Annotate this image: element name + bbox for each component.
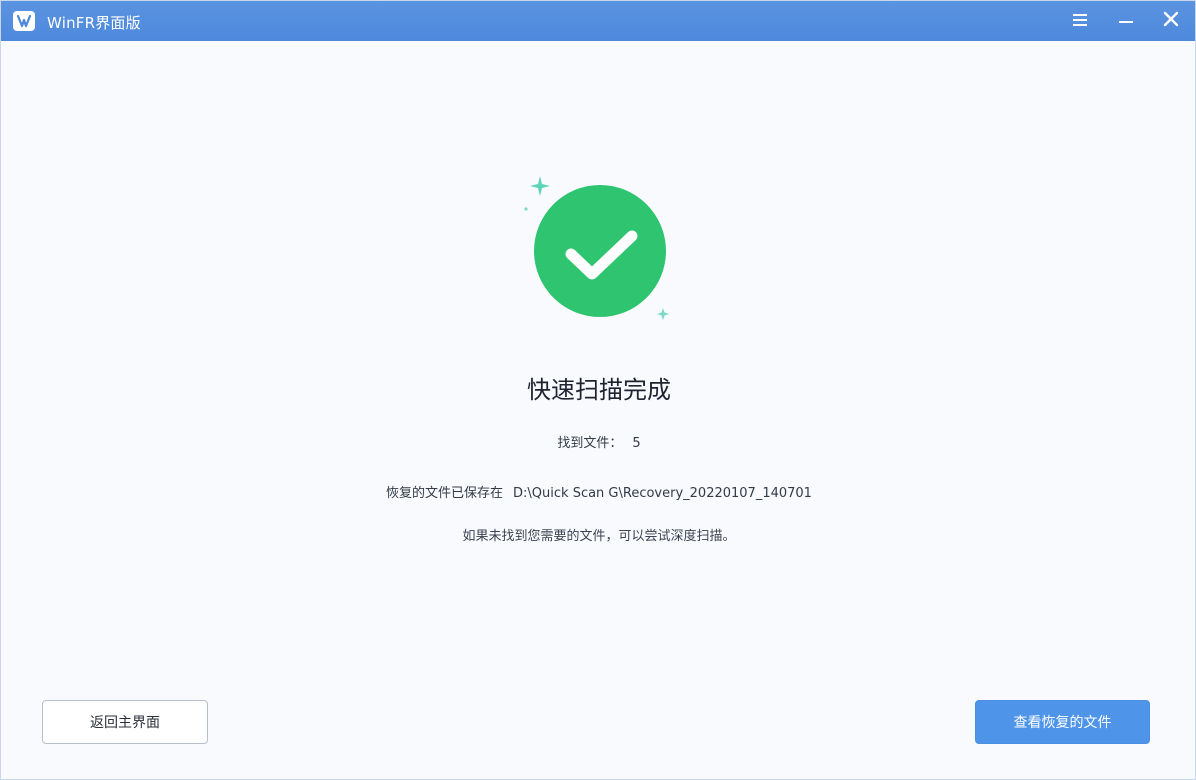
saved-location-label: 恢复的文件已保存在 xyxy=(386,486,504,501)
found-files-label: 找到文件： xyxy=(557,436,623,451)
checkmark-circle-icon xyxy=(521,176,681,336)
window-title: WinFR界面版 xyxy=(47,14,141,32)
menu-button[interactable] xyxy=(1067,9,1093,33)
result-panel: 快速扫描完成 找到文件： 5 恢复的文件已保存在 D:\Quick Scan G\R… xyxy=(1,41,1195,779)
minimize-icon xyxy=(1118,12,1134,31)
found-files-count: 5 xyxy=(632,436,641,451)
close-icon xyxy=(1163,11,1179,31)
back-to-main-button[interactable]: 返回主界面 xyxy=(42,700,208,744)
scan-complete-title: 快速扫描完成 xyxy=(527,376,671,404)
app-logo-icon xyxy=(13,11,35,31)
title-bar: WinFR界面版 xyxy=(1,1,1195,41)
app-window: WinFR界面版 快速扫描完成 找到文件： 5 恢复的文件已保存在 D:\Qui… xyxy=(0,0,1196,780)
view-recovered-files-button[interactable]: 查看恢复的文件 xyxy=(975,700,1150,744)
hamburger-menu-icon xyxy=(1072,12,1088,31)
found-files-line: 找到文件： 5 xyxy=(1,432,1195,451)
saved-location-line: 恢复的文件已保存在 D:\Quick Scan G\Recovery_202201… xyxy=(1,482,1195,501)
saved-location-path: D:\Quick Scan G\Recovery_20220107_140701 xyxy=(513,486,812,501)
minimize-button[interactable] xyxy=(1113,9,1139,33)
close-button[interactable] xyxy=(1158,9,1184,33)
deep-scan-hint: 如果未找到您需要的文件，可以尝试深度扫描。 xyxy=(462,529,736,544)
